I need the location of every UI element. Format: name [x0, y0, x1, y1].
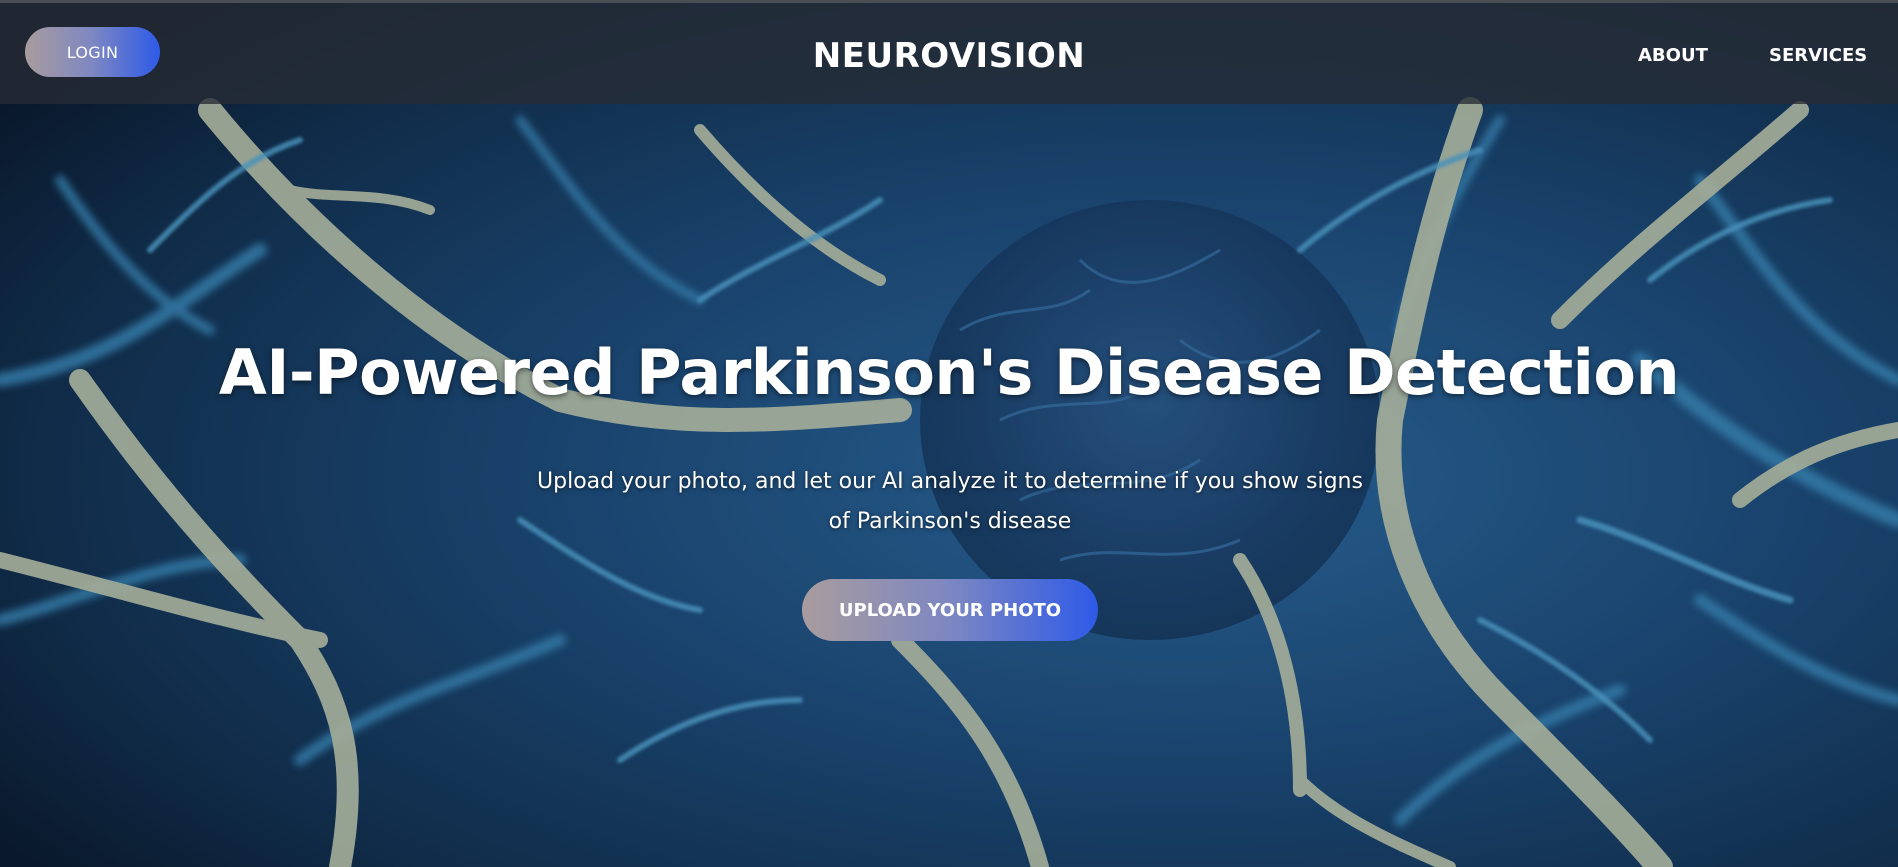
hero-subtitle: Upload your photo, and let our AI analyz…	[537, 469, 1363, 534]
top-navigation-bar: LOGIN NEUROVISION ABOUT SERVICES	[0, 0, 1898, 104]
hero-title: AI-Powered Parkinson's Disease Detection	[218, 336, 1680, 409]
upload-photo-button[interactable]: UPLOAD YOUR PHOTO	[802, 579, 1098, 641]
nav-link-services[interactable]: SERVICES	[1769, 45, 1867, 66]
brand-logo-text: NEUROVISION	[812, 36, 1086, 76]
hero-background-image	[0, 0, 1898, 867]
nav-link-about[interactable]: ABOUT	[1638, 45, 1708, 66]
